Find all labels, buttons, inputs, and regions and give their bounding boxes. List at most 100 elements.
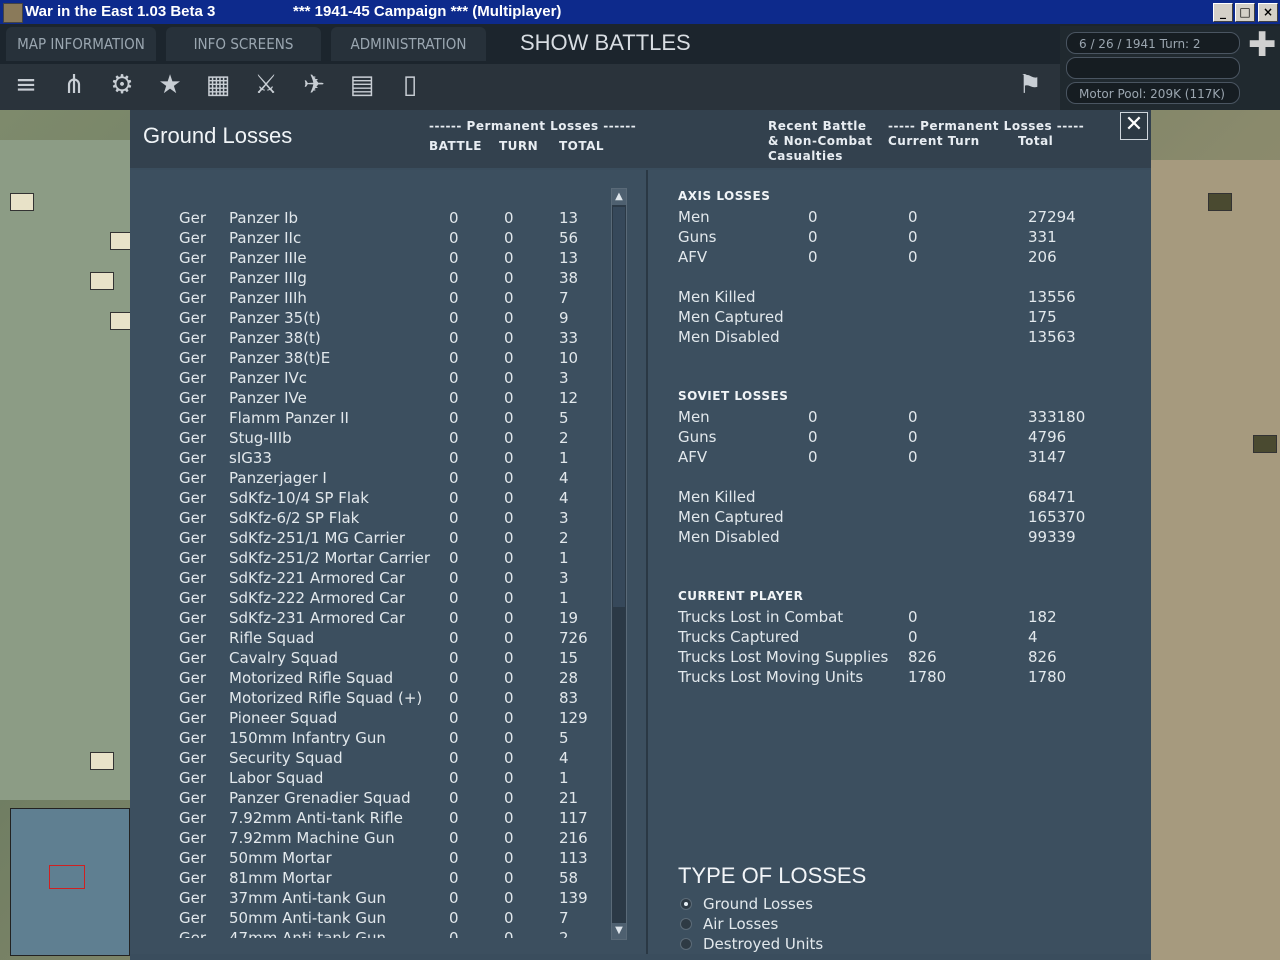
table-row[interactable]: Ger Motorized Rifle Squad (+) 0 0 83 — [130, 688, 600, 708]
table-row[interactable]: Ger SdKfz-251/2 Mortar Carrier 0 0 1 — [130, 548, 600, 568]
battle-cell: 0 — [449, 209, 459, 227]
blank-status-field — [1066, 57, 1240, 79]
crossed-swords-icon[interactable]: ⚔ — [248, 68, 284, 102]
gear-icon[interactable]: ⚙ — [104, 68, 140, 102]
minimap-view-frame[interactable] — [49, 865, 85, 889]
table-row[interactable]: Ger Cavalry Squad 0 0 15 — [130, 648, 600, 668]
total-value: 13563 — [1028, 328, 1076, 346]
scroll-thumb[interactable] — [613, 207, 625, 607]
fuel-icon[interactable]: ▯ — [392, 68, 428, 102]
star-icon[interactable]: ★ — [152, 68, 188, 102]
summary-row: Trucks Lost Moving Units 1780 1780 — [678, 667, 1138, 687]
table-row[interactable]: Ger 47mm Anti-tank Gun 0 0 2 — [130, 928, 600, 938]
table-row[interactable]: Ger Panzer IIIg 0 0 38 — [130, 268, 600, 288]
unit-name-cell: Panzer IVc — [229, 369, 308, 387]
table-row[interactable]: Ger SdKfz-251/1 MG Carrier 0 0 2 — [130, 528, 600, 548]
unit-stacks-icon[interactable]: ⋔ — [56, 68, 92, 102]
radio-button-icon[interactable] — [680, 938, 692, 950]
scroll-down-icon[interactable]: ▼ — [612, 923, 626, 939]
table-row[interactable]: Ger Panzerjager I 0 0 4 — [130, 468, 600, 488]
table-row[interactable]: Ger Panzer IVc 0 0 3 — [130, 368, 600, 388]
table-row[interactable]: Ger 150mm Infantry Gun 0 0 5 — [130, 728, 600, 748]
table-row[interactable]: Ger 7.92mm Machine Gun 0 0 216 — [130, 828, 600, 848]
show-battles-button[interactable]: SHOW BATTLES — [520, 30, 691, 56]
table-row[interactable]: Ger Panzer IVe 0 0 12 — [130, 388, 600, 408]
flag-icon[interactable]: ⚑ — [1012, 68, 1048, 102]
close-dialog-button[interactable]: ✕ — [1120, 112, 1148, 140]
maximize-button[interactable]: □ — [1235, 3, 1255, 22]
table-row[interactable]: Ger Pioneer Squad 0 0 129 — [130, 708, 600, 728]
city-icon[interactable]: ▦ — [200, 68, 236, 102]
total-cell: 83 — [559, 689, 579, 707]
total-cell: 7 — [559, 909, 569, 927]
table-row[interactable]: Ger Panzer IIc 0 0 56 — [130, 228, 600, 248]
battle-cell: 0 — [449, 489, 459, 507]
unit-counter[interactable] — [90, 752, 114, 770]
table-row[interactable]: Ger Panzer Grenadier Squad 0 0 21 — [130, 788, 600, 808]
unit-counter[interactable] — [90, 272, 114, 290]
unit-counter[interactable] — [1208, 193, 1232, 211]
table-row[interactable]: Ger Panzer Ib 0 0 13 — [130, 208, 600, 228]
table-row[interactable]: Ger SdKfz-221 Armored Car 0 0 3 — [130, 568, 600, 588]
nation-cell: Ger — [179, 869, 207, 887]
table-row[interactable]: Ger Motorized Rifle Squad 0 0 28 — [130, 668, 600, 688]
table-row[interactable]: Ger 7.92mm Anti-tank Rifle 0 0 117 — [130, 808, 600, 828]
tab-map-information[interactable]: MAP INFORMATION — [6, 27, 156, 61]
turn-cell: 0 — [504, 529, 514, 547]
minimize-button[interactable]: _ — [1213, 3, 1233, 22]
table-row[interactable]: Ger SdKfz-6/2 SP Flak 0 0 3 — [130, 508, 600, 528]
tab-info-screens[interactable]: INFO SCREENS — [166, 27, 321, 61]
recent-value: 0 — [808, 208, 818, 226]
summary-row: Guns 0 0 4796 — [678, 427, 1138, 447]
table-row[interactable]: Ger Panzer IIIh 0 0 7 — [130, 288, 600, 308]
table-row[interactable]: Ger Rifle Squad 0 0 726 — [130, 628, 600, 648]
table-row[interactable]: Ger Panzer IIIe 0 0 13 — [130, 248, 600, 268]
table-row[interactable]: Ger SdKfz-222 Armored Car 0 0 1 — [130, 588, 600, 608]
radio-button-icon[interactable] — [680, 918, 692, 930]
total-value: 206 — [1028, 248, 1057, 266]
unit-losses-list[interactable]: Ger Panzer Ib 0 0 13 Ger Panzer IIc 0 0 56 Ger Panz… — [130, 208, 600, 938]
turn-cell: 0 — [504, 889, 514, 907]
app-title: War in the East 1.03 Beta 3 — [25, 3, 216, 20]
tab-administration[interactable]: ADMINISTRATION — [331, 27, 486, 61]
unit-counter[interactable] — [10, 193, 34, 211]
map-right-strip[interactable] — [1150, 160, 1280, 960]
table-row[interactable]: Ger Security Squad 0 0 4 — [130, 748, 600, 768]
nation-cell: Ger — [179, 369, 207, 387]
table-row[interactable]: Ger Flamm Panzer II 0 0 5 — [130, 408, 600, 428]
turn-cell: 0 — [504, 229, 514, 247]
table-row[interactable]: Ger 37mm Anti-tank Gun 0 0 139 — [130, 888, 600, 908]
unit-name-cell: Security Squad — [229, 749, 343, 767]
table-row[interactable]: Ger Stug-IIIb 0 0 2 — [130, 428, 600, 448]
total-value: 99339 — [1028, 528, 1076, 546]
unit-name-cell: Panzer 38(t) — [229, 329, 321, 347]
window-close-button[interactable]: × — [1258, 3, 1278, 22]
battle-cell: 0 — [449, 669, 459, 687]
total-cell: 58 — [559, 869, 579, 887]
rail-icon[interactable]: ▤ — [344, 68, 380, 102]
table-row[interactable]: Ger Panzer 38(t)E 0 0 10 — [130, 348, 600, 368]
scroll-up-icon[interactable]: ▲ — [612, 189, 626, 205]
unit-name-cell: 150mm Infantry Gun — [229, 729, 386, 747]
minimap[interactable] — [10, 808, 130, 956]
table-row[interactable]: Ger Panzer 35(t) 0 0 9 — [130, 308, 600, 328]
air-unit-icon[interactable]: ✈ — [296, 68, 332, 102]
table-row[interactable]: Ger SdKfz-10/4 SP Flak 0 0 4 — [130, 488, 600, 508]
radio-button-icon[interactable] — [680, 898, 692, 910]
table-row[interactable]: Ger sIG33 0 0 1 — [130, 448, 600, 468]
table-row[interactable]: Ger SdKfz-231 Armored Car 0 0 19 — [130, 608, 600, 628]
ground-units-icon[interactable]: ≡ — [8, 68, 44, 102]
table-row[interactable]: Ger Panzer 38(t) 0 0 33 — [130, 328, 600, 348]
motor-pool-display: Motor Pool: 209K (117K) — [1066, 82, 1240, 104]
summary-row: Men Disabled 99339 — [678, 527, 1138, 547]
unit-list-scrollbar[interactable]: ▲ ▼ — [611, 188, 627, 940]
nation-cell: Ger — [179, 589, 207, 607]
unit-counter[interactable] — [1253, 435, 1277, 453]
unit-name-cell: Labor Squad — [229, 769, 324, 787]
unit-name-cell: sIG33 — [229, 449, 272, 467]
table-row[interactable]: Ger 50mm Anti-tank Gun 0 0 7 — [130, 908, 600, 928]
table-row[interactable]: Ger 50mm Mortar 0 0 113 — [130, 848, 600, 868]
battle-cell: 0 — [449, 409, 459, 427]
table-row[interactable]: Ger Labor Squad 0 0 1 — [130, 768, 600, 788]
table-row[interactable]: Ger 81mm Mortar 0 0 58 — [130, 868, 600, 888]
